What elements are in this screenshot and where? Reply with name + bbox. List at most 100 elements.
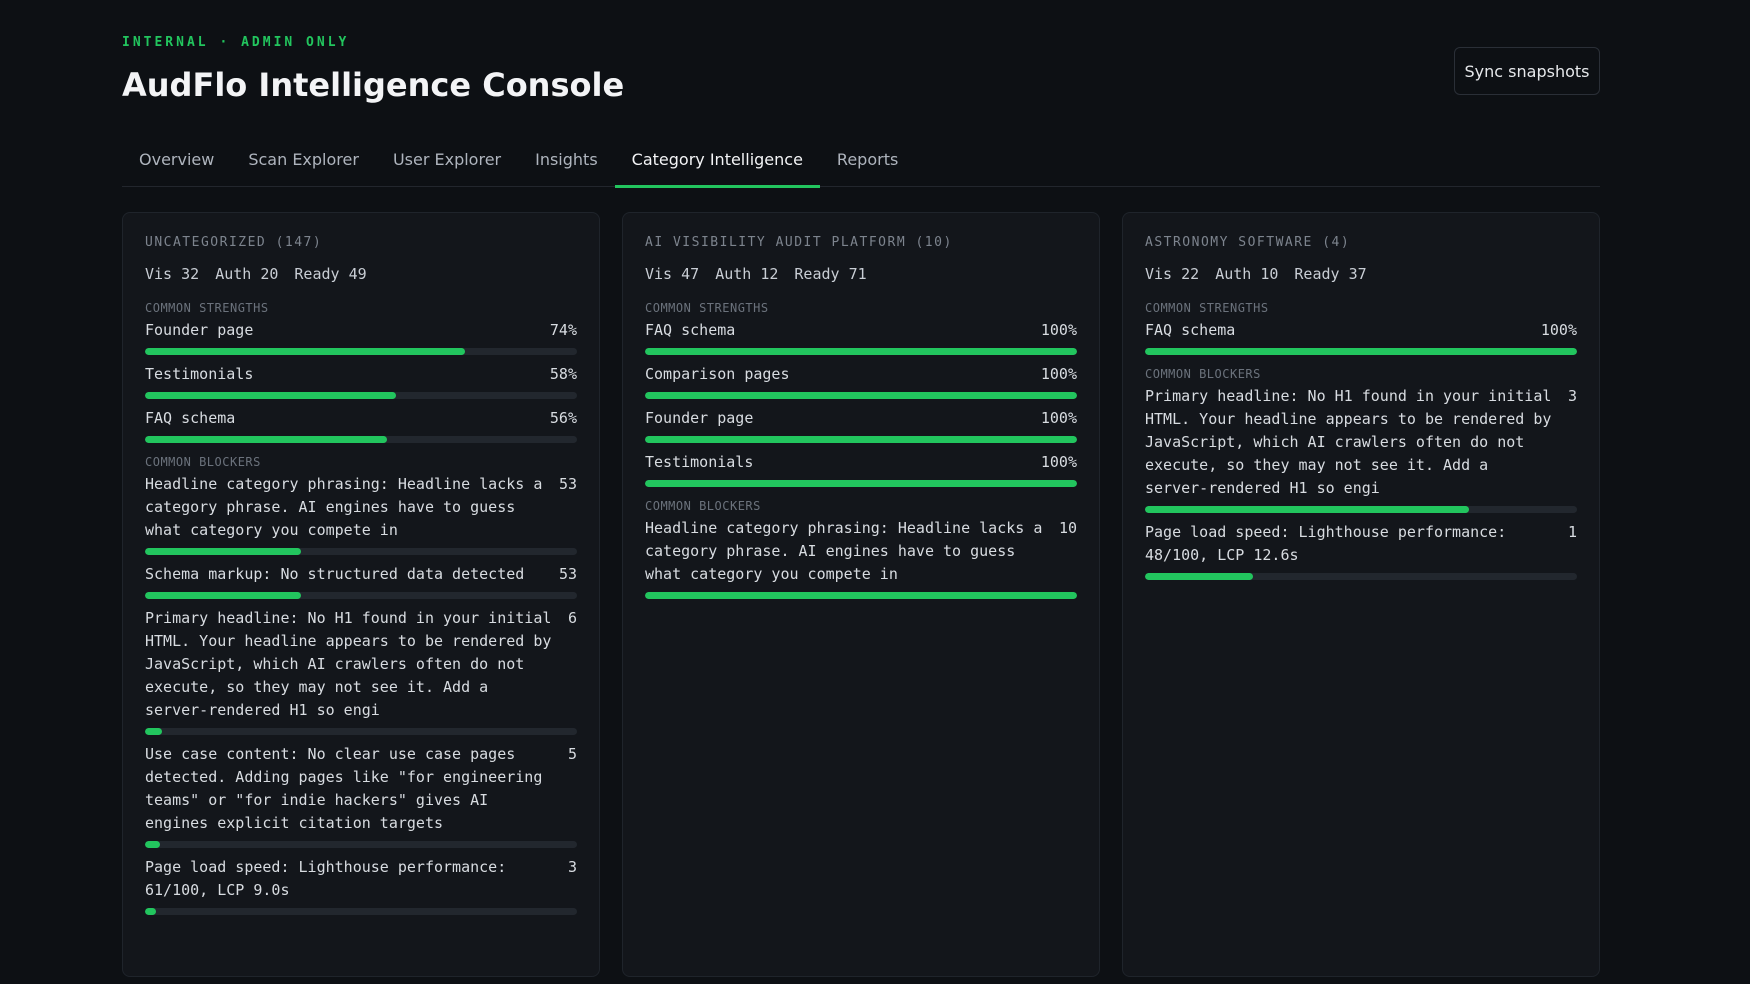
tab-insights[interactable]: Insights xyxy=(518,140,615,187)
blocker-label: Use case content: No clear use case page… xyxy=(145,745,543,832)
blocker-progress-bar xyxy=(145,548,577,555)
blockers-heading: COMMON BLOCKERS xyxy=(145,455,261,469)
score-stats: Vis 32 Auth 20 Ready 49 xyxy=(145,261,577,297)
tab-reports[interactable]: Reports xyxy=(820,140,915,187)
strength-label: Founder page xyxy=(145,321,254,339)
score-stat: Vis 47 xyxy=(645,265,700,283)
blocker-row: Schema markup: No structured data detect… xyxy=(145,563,577,599)
strength-progress-bar xyxy=(1145,348,1577,355)
blocker-progress-fill xyxy=(145,728,163,735)
score-stat: Auth 12 xyxy=(715,265,779,283)
blocker-label: Primary headline: No H1 found in your in… xyxy=(1145,387,1552,497)
card-title: UNCATEGORIZED (147) xyxy=(145,235,323,250)
strength-progress-bar xyxy=(145,348,577,355)
category-cards: UNCATEGORIZED (147) Vis 32 Auth 20 Ready 49… xyxy=(122,212,1600,977)
strength-progress-fill xyxy=(145,348,465,355)
score-stats: Vis 22 Auth 10 Ready 37 xyxy=(1145,261,1577,297)
blocker-row: Primary headline: No H1 found in your in… xyxy=(1145,385,1577,513)
strength-row: FAQ schema 100% xyxy=(1145,319,1577,355)
blocker-value: 53 xyxy=(558,565,577,583)
blocker-row: Use case content: No clear use case page… xyxy=(145,743,577,848)
blockers-heading: COMMON BLOCKERS xyxy=(1145,367,1261,381)
score-stat: Auth 10 xyxy=(1215,265,1279,283)
strength-progress-bar xyxy=(645,480,1077,487)
blocker-progress-bar xyxy=(645,592,1077,599)
score-stat: Vis 22 xyxy=(1145,265,1200,283)
strength-label: Comparison pages xyxy=(645,365,790,383)
category-card: ASTRONOMY SOFTWARE (4) Vis 22 Auth 10 Ready… xyxy=(1122,212,1600,977)
strengths-heading: COMMON STRENGTHS xyxy=(1145,301,1269,315)
tab-user-explorer[interactable]: User Explorer xyxy=(376,140,518,187)
category-card: AI VISIBILITY AUDIT PLATFORM (10) Vis 47 A… xyxy=(622,212,1100,977)
strength-row: Testimonials 58% xyxy=(145,363,577,399)
strength-progress-fill xyxy=(145,436,387,443)
strength-label: FAQ schema xyxy=(645,321,736,339)
strength-row: Comparison pages 100% xyxy=(645,363,1077,399)
strength-progress-fill xyxy=(645,348,1077,355)
console-page: INTERNAL · ADMIN ONLY AudFlo Intelligenc… xyxy=(0,0,1750,984)
strength-label: FAQ schema xyxy=(1145,321,1236,339)
strength-value: 58% xyxy=(549,365,577,383)
strength-value: 100% xyxy=(1040,409,1077,427)
blocker-label: Page load speed: Lighthouse performance:… xyxy=(1145,523,1507,564)
strength-progress-bar xyxy=(645,348,1077,355)
blocker-progress-bar xyxy=(1145,506,1577,513)
blocker-value: 5 xyxy=(567,745,577,763)
strength-row: Founder page 74% xyxy=(145,319,577,355)
blocker-progress-bar xyxy=(145,908,577,915)
strength-progress-fill xyxy=(645,436,1077,443)
strength-row: Founder page 100% xyxy=(645,407,1077,443)
blocker-label: Headline category phrasing: Headline lac… xyxy=(145,475,543,539)
score-stat: Ready 37 xyxy=(1294,265,1367,283)
strength-progress-fill xyxy=(645,392,1077,399)
blockers-heading: COMMON BLOCKERS xyxy=(645,499,761,513)
blocker-row: Primary headline: No H1 found in your in… xyxy=(145,607,577,735)
blocker-value: 53 xyxy=(558,475,577,493)
eyebrow-label: INTERNAL · ADMIN ONLY xyxy=(122,35,350,50)
blocker-value: 10 xyxy=(1058,519,1077,537)
tab-bar: Overview Scan Explorer User Explorer Insigh… xyxy=(122,140,1600,188)
category-card: UNCATEGORIZED (147) Vis 32 Auth 20 Ready 49… xyxy=(122,212,600,977)
tab-scan-explorer[interactable]: Scan Explorer xyxy=(231,140,376,187)
score-stat: Ready 49 xyxy=(294,265,367,283)
tab-overview[interactable]: Overview xyxy=(122,140,231,187)
strength-value: 100% xyxy=(1040,321,1077,339)
blocker-row: Page load speed: Lighthouse performance:… xyxy=(145,856,577,915)
tab-category-intelligence[interactable]: Category Intelligence xyxy=(614,140,821,188)
strength-value: 100% xyxy=(1040,365,1077,383)
blocker-progress-bar xyxy=(145,728,577,735)
strength-value: 56% xyxy=(549,409,577,427)
strengths-heading: COMMON STRENGTHS xyxy=(645,301,769,315)
strength-value: 74% xyxy=(549,321,577,339)
strength-row: Testimonials 100% xyxy=(645,451,1077,487)
blocker-progress-fill xyxy=(145,908,156,915)
blocker-label: Primary headline: No H1 found in your in… xyxy=(145,609,552,719)
strength-label: FAQ schema xyxy=(145,409,236,427)
strength-label: Founder page xyxy=(645,409,754,427)
blocker-value: 6 xyxy=(567,609,577,627)
strength-progress-fill xyxy=(1145,348,1577,355)
strength-row: FAQ schema 100% xyxy=(645,319,1077,355)
score-stat: Ready 71 xyxy=(794,265,867,283)
score-stat: Vis 32 xyxy=(145,265,200,283)
blocker-value: 1 xyxy=(1567,523,1577,541)
blocker-progress-bar xyxy=(145,592,577,599)
page-title: AudFlo Intelligence Console xyxy=(122,66,625,104)
blocker-row: Page load speed: Lighthouse performance:… xyxy=(1145,521,1577,580)
blocker-row: Headline category phrasing: Headline lac… xyxy=(645,517,1077,599)
blocker-progress-bar xyxy=(145,841,577,848)
card-title: AI VISIBILITY AUDIT PLATFORM (10) xyxy=(645,235,953,250)
blocker-progress-fill xyxy=(1145,506,1469,513)
blocker-progress-fill xyxy=(145,592,301,599)
score-stats: Vis 47 Auth 12 Ready 71 xyxy=(645,261,1077,297)
sync-snapshots-button[interactable]: Sync snapshots xyxy=(1454,47,1600,95)
blocker-value: 3 xyxy=(1567,387,1577,405)
strength-row: FAQ schema 56% xyxy=(145,407,577,443)
score-stat: Auth 20 xyxy=(215,265,279,283)
blocker-progress-fill xyxy=(1145,573,1253,580)
strength-value: 100% xyxy=(1540,321,1577,339)
blocker-progress-bar xyxy=(1145,573,1577,580)
blocker-progress-fill xyxy=(645,592,1077,599)
blocker-label: Schema markup: No structured data detect… xyxy=(145,565,525,583)
strength-value: 100% xyxy=(1040,453,1077,471)
